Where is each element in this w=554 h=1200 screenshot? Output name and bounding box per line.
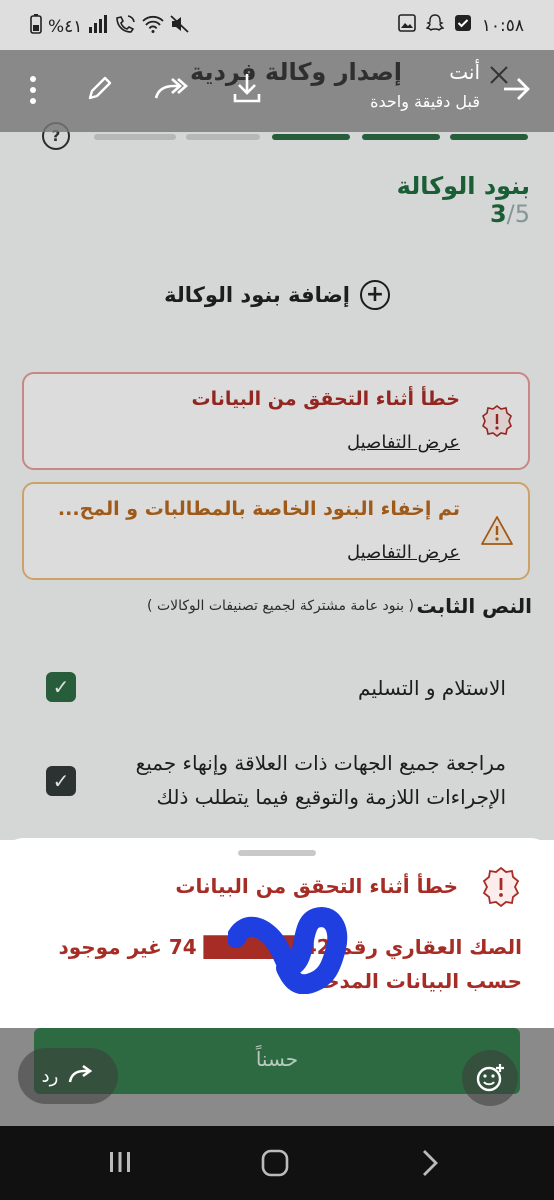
home-icon[interactable] xyxy=(260,1148,290,1182)
mute-icon xyxy=(170,15,190,38)
sent-time: قبل دقيقة واحدة xyxy=(370,92,480,111)
check-notification-icon xyxy=(454,14,472,37)
gallery-icon xyxy=(397,14,416,37)
status-right-group: ١٠:٥٨ xyxy=(397,14,524,37)
download-icon[interactable] xyxy=(232,72,262,108)
snapchat-icon xyxy=(425,14,445,37)
back-chevron-icon[interactable] xyxy=(418,1148,442,1182)
back-arrow-icon[interactable] xyxy=(502,76,532,106)
error-bottom-sheet: خطأ أثناء التحقق من البيانات الصك العقار… xyxy=(0,838,554,1028)
battery-icon xyxy=(30,14,42,39)
page-title: إصدار وكالة فردية xyxy=(190,58,403,86)
sheet-title: خطأ أثناء التحقق من البيانات xyxy=(175,874,458,898)
drag-handle[interactable] xyxy=(238,850,316,856)
status-time: ١٠:٥٨ xyxy=(481,15,524,36)
reply-button[interactable]: رد xyxy=(18,1048,118,1104)
reply-label: رد xyxy=(41,1065,59,1087)
forward-icon[interactable] xyxy=(154,76,188,106)
status-bar: %٤١ ١٠:٥٨ xyxy=(0,0,554,50)
modal-scrim xyxy=(0,50,554,840)
edit-pencil-icon[interactable] xyxy=(86,74,114,106)
wifi-icon xyxy=(142,15,165,38)
media-viewer-toolbar: إصدار وكالة فردية أنت قبل دقيقة واحدة xyxy=(0,50,554,132)
reply-arrow-icon xyxy=(68,1064,94,1089)
status-left-group: %٤١ xyxy=(30,14,190,39)
emoji-icon xyxy=(476,1064,504,1092)
more-options-icon[interactable] xyxy=(26,74,40,110)
redaction-scribble xyxy=(228,907,348,994)
add-reaction-button[interactable] xyxy=(462,1050,518,1106)
battery-percent: %٤١ xyxy=(48,16,83,37)
wifi-calling-icon xyxy=(114,14,136,39)
error-badge-icon xyxy=(482,866,520,908)
recent-apps-icon[interactable] xyxy=(106,1148,134,1180)
sender-name: أنت xyxy=(449,60,480,84)
signal-icon xyxy=(88,15,108,38)
system-nav-bar xyxy=(0,1126,554,1200)
